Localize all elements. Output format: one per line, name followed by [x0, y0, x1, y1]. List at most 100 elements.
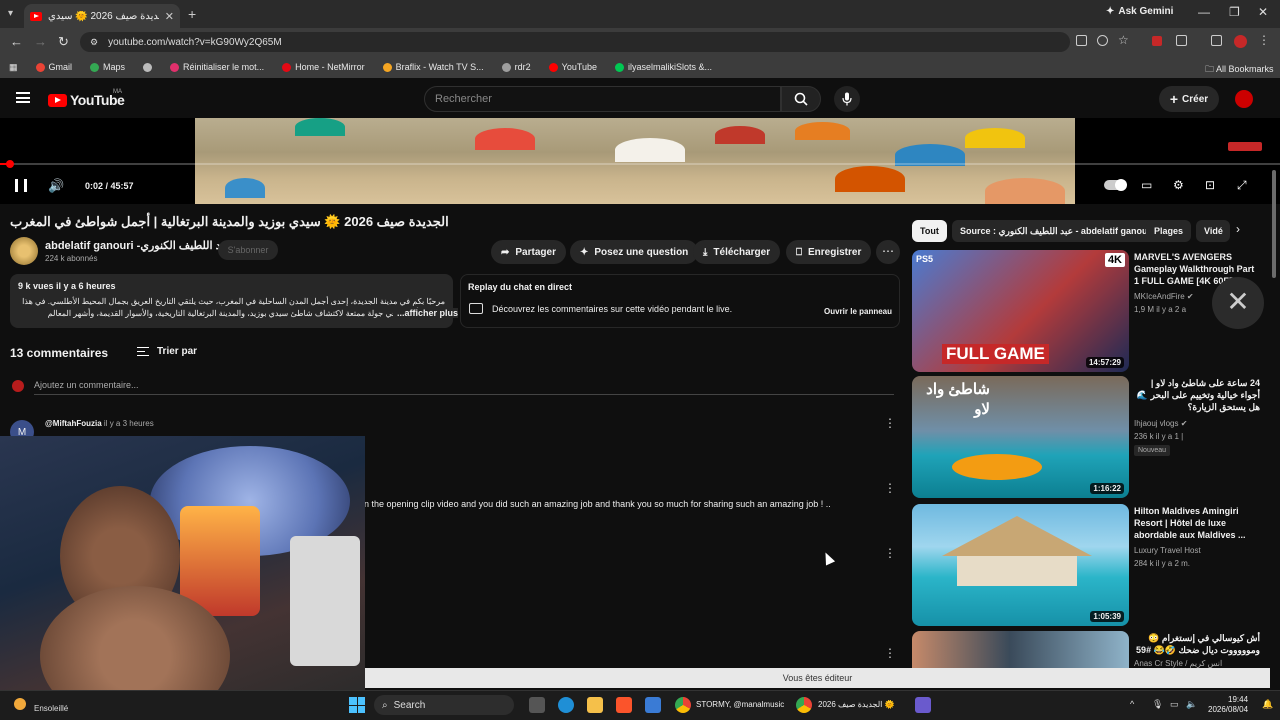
weather-label[interactable]: Ensoleillé — [34, 704, 68, 713]
taskbar-app-label[interactable]: STORMY, @manalmusic — [696, 700, 784, 709]
chip-all[interactable]: Tout — [912, 220, 947, 242]
video-channel[interactable]: Ihjaouj vlogs ✔ — [1134, 418, 1260, 430]
channel-avatar[interactable] — [10, 237, 38, 265]
tab-close-icon[interactable]: ✕ — [165, 10, 174, 23]
more-actions-icon[interactable]: ⋯ — [876, 240, 900, 264]
video-thumbnail[interactable]: PS5 4K FULL GAME 14:57:29 — [912, 250, 1129, 372]
tab-search-icon[interactable]: ▾ — [8, 8, 13, 19]
teams-icon[interactable] — [915, 697, 931, 713]
show-more-link[interactable]: ...afficher plus — [393, 308, 459, 318]
address-bar[interactable]: ⚙ youtube.com/watch?v=kG90Wy2Q65M — [80, 32, 1070, 52]
network-icon[interactable]: ▭ — [1170, 699, 1179, 710]
progress-bar[interactable] — [0, 163, 1280, 165]
open-panel-button[interactable]: Ouvrir le panneau — [818, 302, 898, 320]
sort-button[interactable]: Trier par — [137, 346, 197, 357]
chevron-right-icon[interactable]: › — [1236, 222, 1240, 236]
pause-icon[interactable] — [15, 179, 27, 192]
clock[interactable]: 19:44 2026/08/04 — [1208, 695, 1248, 715]
page-scrollbar[interactable] — [1272, 170, 1276, 278]
settings-gear-icon[interactable]: ⚙ — [1173, 178, 1187, 192]
account-avatar[interactable] — [1235, 90, 1253, 108]
windows-start-icon[interactable] — [349, 697, 365, 713]
extensions-puzzle-icon[interactable] — [1176, 35, 1187, 46]
subtitles-icon[interactable]: ▭ — [1141, 178, 1155, 192]
reading-list-icon[interactable] — [1211, 35, 1222, 46]
store-icon[interactable] — [645, 697, 661, 713]
chip-videos[interactable]: Vidé — [1196, 220, 1230, 242]
add-comment-input[interactable]: Ajoutez un commentaire... — [34, 380, 894, 395]
microphone-tray-icon[interactable]: 🎙 — [1152, 699, 1163, 710]
bookmark-maps[interactable]: Maps — [81, 62, 134, 72]
chip-source[interactable]: Source : عبد اللطيف الكنوري - abdelatif … — [952, 220, 1162, 242]
create-button[interactable]: + Créer — [1159, 86, 1219, 112]
notification-icon[interactable]: 🔔 — [1262, 699, 1273, 710]
comment-menu-icon[interactable]: ⋮ — [884, 646, 896, 660]
weather-icon[interactable] — [14, 698, 26, 710]
edge-icon[interactable] — [558, 697, 574, 713]
back-icon[interactable]: ← — [10, 34, 23, 49]
volume-icon[interactable]: 🔊 — [48, 178, 64, 194]
video-title[interactable]: أش كيوسالي في إنستغرام 😳 وموووووت ديال ض… — [1134, 632, 1260, 656]
brave-icon[interactable] — [616, 697, 632, 713]
comment-menu-icon[interactable]: ⋮ — [884, 481, 896, 495]
profile-avatar[interactable] — [1234, 35, 1247, 48]
autoplay-toggle[interactable] — [1104, 179, 1127, 191]
video-thumbnail[interactable]: شاطئ واد لاو 1:16:22 — [912, 376, 1129, 498]
reload-icon[interactable]: ↻ — [58, 34, 69, 50]
theater-mode-icon[interactable]: ⊡ — [1205, 178, 1219, 192]
comment-menu-icon[interactable]: ⋮ — [884, 416, 896, 430]
bookmark-slots[interactable]: ilyaselmalikiSlots &... — [606, 62, 721, 72]
all-bookmarks-button[interactable]: 🗀 All Bookmarks — [1205, 62, 1274, 78]
task-view-icon[interactable] — [529, 697, 545, 713]
scrubber-handle[interactable] — [6, 160, 14, 168]
description-box[interactable]: 9 k vues il y a 6 heures مرحبًا بكم في م… — [10, 274, 453, 328]
subscribe-button[interactable]: S'abonner — [218, 240, 278, 260]
bookmark-instagram[interactable]: Réinitialiser le mot... — [161, 62, 273, 72]
bookmark-youtube[interactable]: YouTube — [540, 62, 606, 72]
chrome-menu-icon[interactable]: ⋮ — [1258, 33, 1270, 47]
bookmark-netmirror[interactable]: Home - NetMirror — [273, 62, 374, 72]
extension-icon[interactable] — [1152, 36, 1162, 46]
video-frame[interactable] — [195, 118, 1075, 204]
apps-grid-icon[interactable]: ▦ — [0, 62, 27, 73]
browser-tab-youtube[interactable]: الجديدة صيف 2026 🌞 سيدي ✕ — [24, 4, 180, 28]
bookmark-star-icon[interactable]: ☆ — [1118, 33, 1129, 47]
download-button[interactable]: ⤓ Télécharger — [693, 240, 781, 264]
floating-close-icon[interactable]: ✕ — [1212, 277, 1264, 329]
video-channel[interactable]: Anas Cr Style / انس كريم — [1134, 658, 1260, 670]
video-title[interactable]: Hilton Maldives Amingiri Resort | Hôtel … — [1134, 505, 1260, 541]
video-thumbnail[interactable]: 1:05:39 — [912, 504, 1129, 626]
video-title[interactable]: 24 ساعة على شاطئ واد لاو | أجواء خيالية … — [1134, 377, 1260, 413]
chrome-icon[interactable] — [796, 697, 812, 713]
forward-icon[interactable]: → — [34, 34, 47, 49]
restore-icon[interactable]: ❐ — [1229, 5, 1240, 19]
minimize-icon[interactable]: — — [1198, 5, 1210, 19]
bookmark-rdr2[interactable]: rdr2 — [493, 62, 540, 72]
chrome-icon[interactable] — [675, 697, 691, 713]
speaker-icon[interactable]: 🔈 — [1186, 699, 1197, 710]
share-button[interactable]: ➦ Partager — [491, 240, 566, 264]
video-thumbnail[interactable] — [912, 631, 1129, 668]
tray-chevron-icon[interactable]: ^ — [1130, 699, 1134, 709]
search-button[interactable] — [781, 86, 821, 112]
save-button[interactable]: ⎕ Enregistrer — [786, 240, 872, 264]
taskbar-search[interactable]: ⌕ Search — [374, 695, 514, 715]
install-icon[interactable] — [1097, 35, 1108, 46]
new-tab-icon[interactable]: + — [188, 6, 196, 22]
bookmark-globe[interactable] — [134, 62, 161, 72]
video-channel[interactable]: Luxury Travel Host — [1134, 545, 1260, 557]
channel-name[interactable]: abdelatif ganouri -عبد اللطيف الكنوري — [45, 239, 231, 252]
fullscreen-icon[interactable]: ⤢ — [1237, 178, 1251, 192]
comment-menu-icon[interactable]: ⋮ — [884, 546, 896, 560]
file-explorer-icon[interactable] — [587, 697, 603, 713]
search-input[interactable]: Rechercher — [424, 86, 781, 112]
comment-author[interactable]: @MiftahFouzia il y a 3 heures — [45, 419, 154, 428]
bookmark-braflix[interactable]: Braflix - Watch TV S... — [374, 62, 493, 72]
voice-search-button[interactable] — [834, 86, 860, 112]
comment-author-handle[interactable]: @MiftahFouzia — [45, 419, 102, 428]
ask-question-button[interactable]: ✦ Posez une question — [570, 240, 699, 264]
window-close-icon[interactable]: ✕ — [1258, 5, 1268, 19]
translate-icon[interactable] — [1076, 35, 1087, 46]
subscribe-watermark-icon[interactable] — [1228, 142, 1262, 151]
site-info-icon[interactable]: ⚙ — [90, 37, 98, 48]
